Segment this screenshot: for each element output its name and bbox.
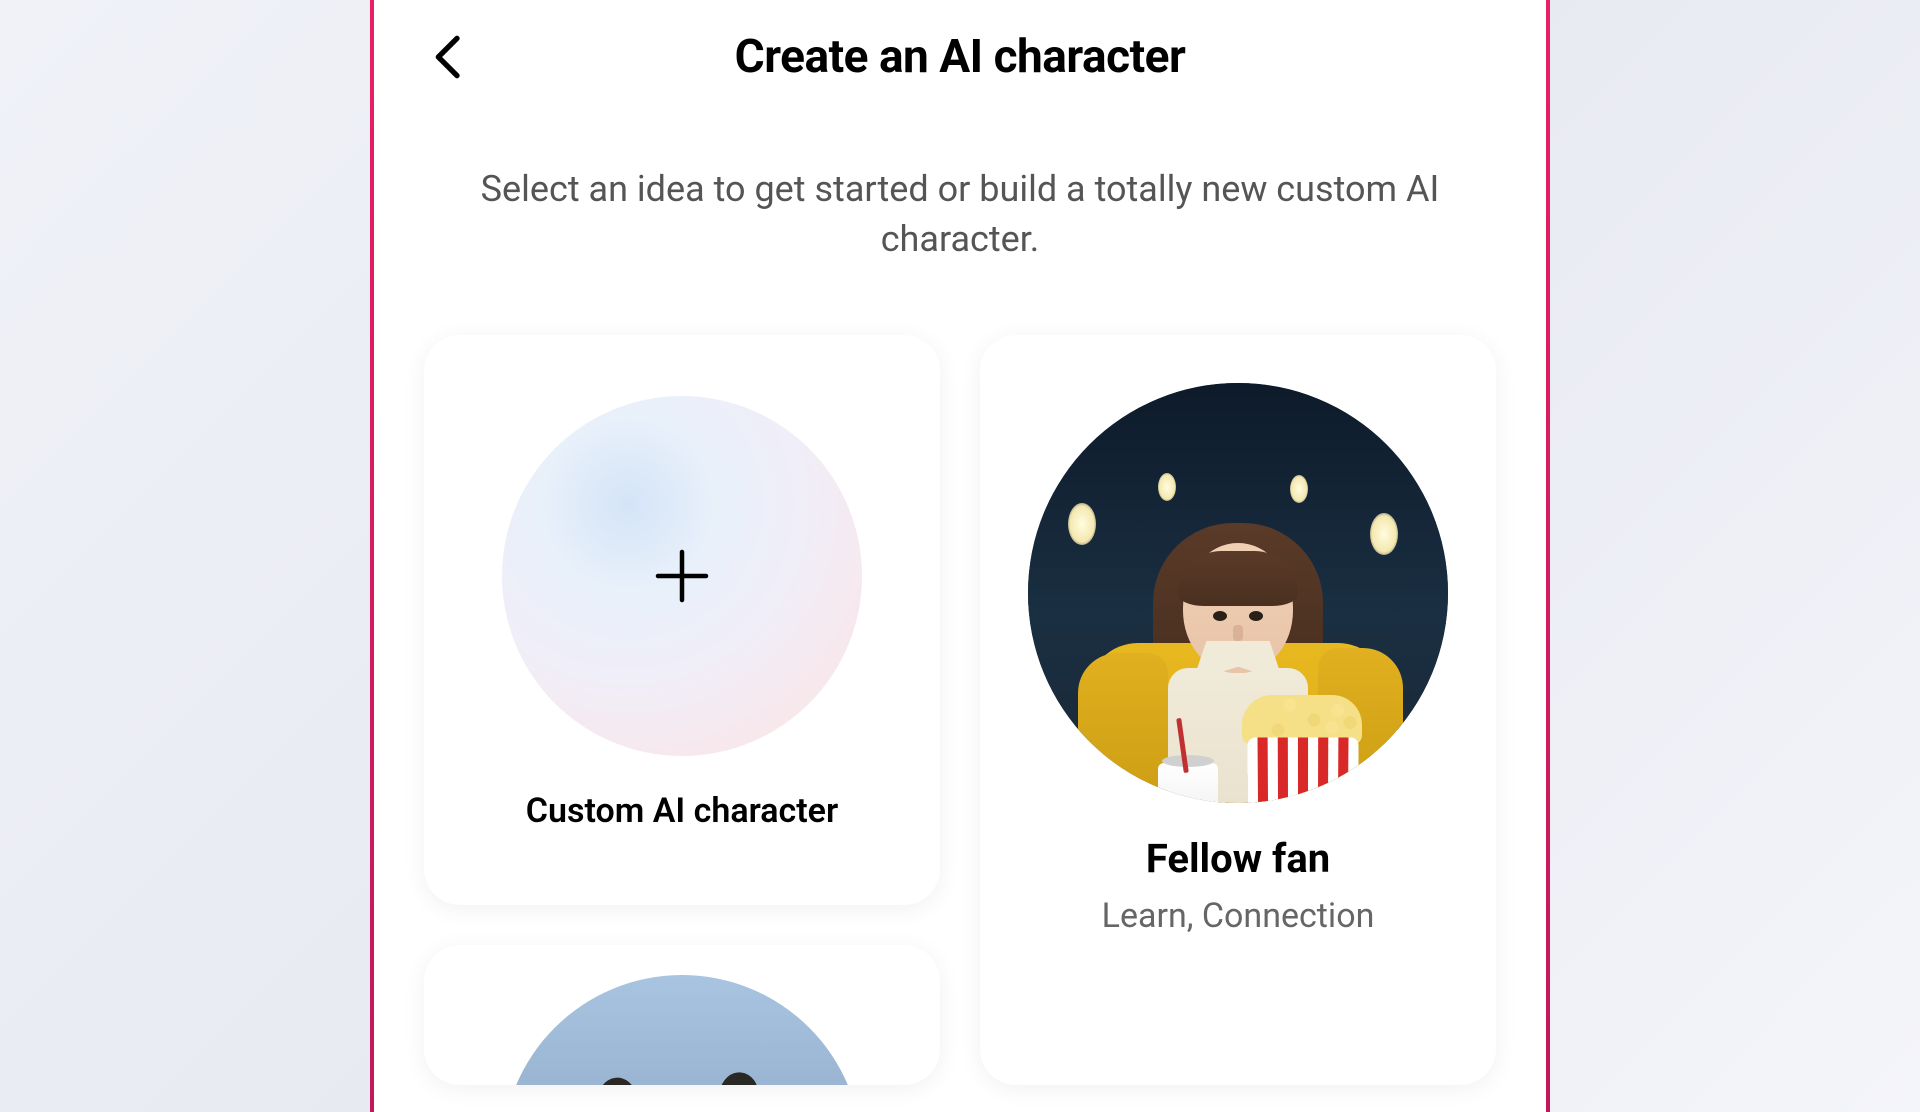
custom-character-avatar xyxy=(502,396,862,756)
header: Create an AI character xyxy=(374,0,1546,104)
chevron-left-icon xyxy=(433,35,465,79)
custom-character-title: Custom AI character xyxy=(526,791,838,831)
character-idea-card-fellow-fan[interactable]: Fellow fan Learn, Connection xyxy=(980,335,1496,1085)
character-idea-subtitle: Learn, Connection xyxy=(1102,896,1375,936)
grid-col-left: Custom AI character xyxy=(424,335,940,1085)
character-idea-card-partial[interactable] xyxy=(424,945,940,1085)
plus-icon xyxy=(652,546,712,606)
character-cards-grid: Custom AI character xyxy=(374,315,1546,1085)
page-subtitle: Select an idea to get started or build a… xyxy=(374,104,1546,315)
character-idea-avatar xyxy=(1028,383,1448,803)
character-idea-avatar-partial xyxy=(502,975,862,1085)
character-idea-title: Fellow fan xyxy=(1146,835,1330,882)
page-title: Create an AI character xyxy=(424,30,1496,84)
app-screen: Create an AI character Select an idea to… xyxy=(370,0,1550,1112)
custom-character-card[interactable]: Custom AI character xyxy=(424,335,940,905)
back-button[interactable] xyxy=(424,32,474,82)
